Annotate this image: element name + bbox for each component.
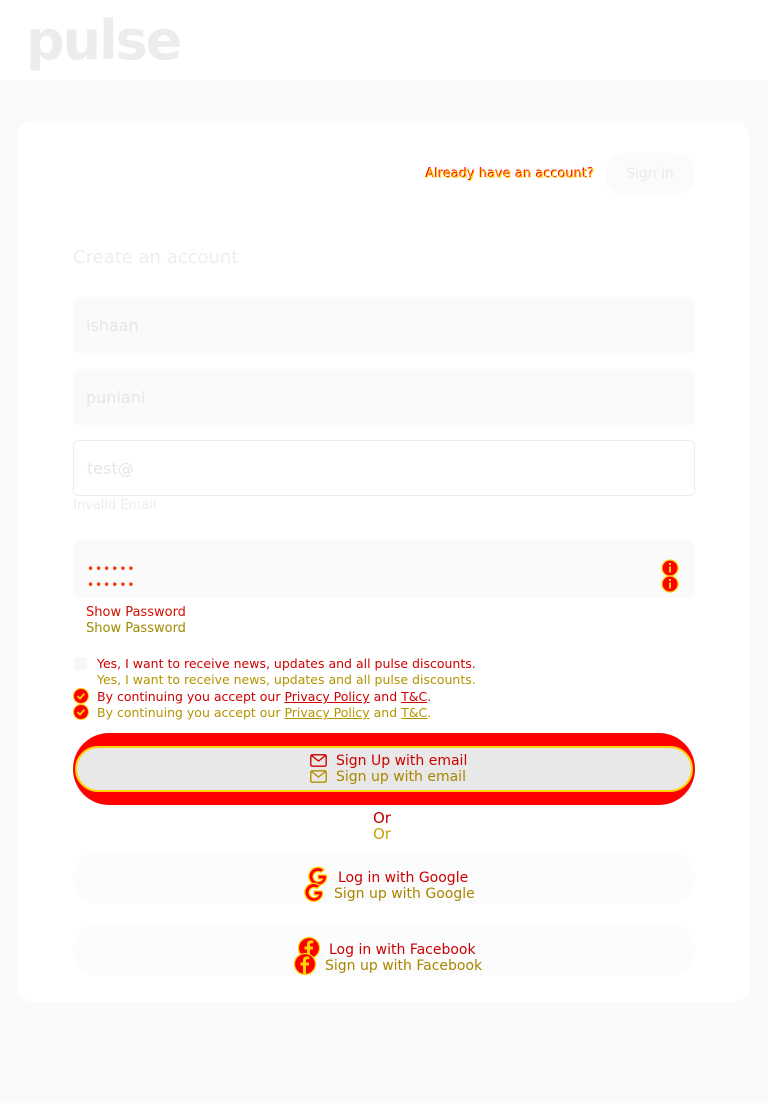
password-mask: •••••• bbox=[87, 562, 136, 576]
button-label: Sign Up with email bbox=[336, 753, 468, 769]
button-label: Log in with Facebook bbox=[329, 942, 476, 958]
privacy-policy-link[interactable]: Privacy Policy bbox=[284, 689, 369, 704]
checkbox-checked-icon[interactable] bbox=[73, 704, 89, 720]
google-icon bbox=[304, 882, 324, 902]
last-name-field[interactable] bbox=[73, 369, 695, 425]
button-label: Sign up with email bbox=[336, 769, 466, 785]
email-error: Invalid Email bbox=[73, 498, 157, 513]
terms-label: By continuing you accept our Privacy Pol… bbox=[97, 689, 432, 704]
google-button[interactable]: Log in with Google Sign up with Google bbox=[73, 852, 695, 904]
newsletter-checkbox[interactable] bbox=[74, 657, 87, 670]
first-name-field[interactable] bbox=[73, 297, 695, 353]
facebook-icon bbox=[293, 952, 317, 976]
password-field[interactable]: •••••• •••••• bbox=[73, 540, 695, 598]
top-bar: pulse bbox=[0, 0, 768, 80]
sign-up-email-button[interactable]: Sign Up with email Sign up with email bbox=[73, 733, 695, 805]
checkbox-checked-icon[interactable] bbox=[73, 688, 89, 704]
terms-label: By continuing you accept our Privacy Pol… bbox=[97, 705, 432, 720]
facebook-button[interactable]: Log in with Facebook Sign up with Facebo… bbox=[73, 924, 695, 976]
email-field[interactable] bbox=[73, 440, 695, 496]
password-mask: •••••• bbox=[87, 578, 136, 592]
mail-icon bbox=[310, 770, 327, 783]
newsletter-label: Yes, I want to receive news, updates and… bbox=[97, 672, 476, 687]
button-label: Log in with Google bbox=[338, 870, 469, 886]
show-password-toggle[interactable]: Show Password bbox=[86, 621, 186, 636]
sign-in-button[interactable]: Sign in bbox=[605, 153, 695, 195]
button-label: Sign up with Facebook bbox=[325, 958, 483, 974]
mail-icon bbox=[310, 754, 327, 767]
tc-link[interactable]: T&C bbox=[401, 705, 427, 720]
tc-link[interactable]: T&C bbox=[401, 689, 427, 704]
or-divider: Or bbox=[373, 825, 391, 843]
show-password-toggle[interactable]: Show Password bbox=[86, 605, 186, 620]
newsletter-label: Yes, I want to receive news, updates and… bbox=[97, 656, 476, 671]
privacy-policy-link[interactable]: Privacy Policy bbox=[284, 705, 369, 720]
button-label: Sign up with Google bbox=[334, 886, 475, 902]
or-divider: Or bbox=[373, 809, 391, 827]
logo: pulse bbox=[26, 9, 182, 72]
page-title: Create an account bbox=[73, 247, 239, 268]
info-icon[interactable] bbox=[661, 575, 679, 593]
